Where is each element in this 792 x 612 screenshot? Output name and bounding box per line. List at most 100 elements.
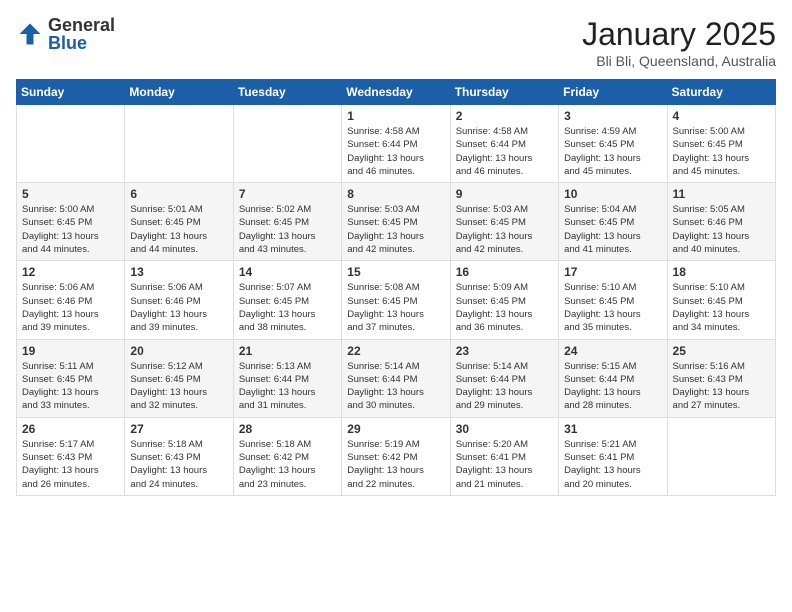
day-info-text: Sunrise: 5:10 AM Sunset: 6:45 PM Dayligh…	[564, 281, 661, 334]
day-number: 16	[456, 265, 553, 279]
day-number: 7	[239, 187, 336, 201]
day-info-text: Sunrise: 5:14 AM Sunset: 6:44 PM Dayligh…	[347, 360, 444, 413]
day-info-text: Sunrise: 5:10 AM Sunset: 6:45 PM Dayligh…	[673, 281, 770, 334]
logo-icon	[16, 20, 44, 48]
day-number: 10	[564, 187, 661, 201]
calendar-empty-cell	[17, 105, 125, 183]
day-info-text: Sunrise: 5:18 AM Sunset: 6:42 PM Dayligh…	[239, 438, 336, 491]
calendar-title: January 2025	[582, 16, 776, 53]
calendar-day-cell: 9Sunrise: 5:03 AM Sunset: 6:45 PM Daylig…	[450, 183, 558, 261]
weekday-header-wednesday: Wednesday	[342, 80, 450, 105]
day-number: 13	[130, 265, 227, 279]
day-number: 2	[456, 109, 553, 123]
calendar-week-row: 12 Sunrise: 5:06 AM Sunset: 6:46 PM Dayli…	[17, 261, 776, 339]
day-info-text: Sunrise: 5:03 AM Sunset: 6:45 PM Dayligh…	[347, 203, 444, 256]
day-number: 30	[456, 422, 553, 436]
day-info-text: Sunrise: 5:09 AM Sunset: 6:45 PM Dayligh…	[456, 281, 553, 334]
weekday-header-saturday: Saturday	[667, 80, 775, 105]
day-number: 14	[239, 265, 336, 279]
logo-blue-text: Blue	[48, 34, 115, 52]
calendar-day-cell: 4Sunrise: 5:00 AM Sunset: 6:45 PM Daylig…	[667, 105, 775, 183]
day-info-text: Sunrise: 5:21 AM Sunset: 6:41 PM Dayligh…	[564, 438, 661, 491]
day-number: 11	[673, 187, 770, 201]
calendar-day-cell: 21 Sunrise: 5:13 AM Sunset: 6:44 PM Dayli…	[233, 339, 341, 417]
day-number: 18	[673, 265, 770, 279]
calendar-day-cell: 11 Sunrise: 5:05 AM Sunset: 6:46 PM Dayli…	[667, 183, 775, 261]
day-number: 3	[564, 109, 661, 123]
day-info-text: Sunrise: 5:16 AM Sunset: 6:43 PM Dayligh…	[673, 360, 770, 413]
day-number: 1	[347, 109, 444, 123]
day-info-text: Sunrise: 5:20 AM Sunset: 6:41 PM Dayligh…	[456, 438, 553, 491]
day-number: 5	[22, 187, 119, 201]
calendar-week-row: 1 Sunrise: 4:58 AM Sunset: 6:44 PM Daylig…	[17, 105, 776, 183]
calendar-subtitle: Bli Bli, Queensland, Australia	[582, 53, 776, 69]
day-number: 9	[456, 187, 553, 201]
calendar-day-cell: 27 Sunrise: 5:18 AM Sunset: 6:43 PM Dayli…	[125, 417, 233, 495]
calendar-day-cell: 18 Sunrise: 5:10 AM Sunset: 6:45 PM Dayli…	[667, 261, 775, 339]
weekday-header-friday: Friday	[559, 80, 667, 105]
calendar-day-cell: 2 Sunrise: 4:58 AM Sunset: 6:44 PM Daylig…	[450, 105, 558, 183]
day-info-text: Sunrise: 5:12 AM Sunset: 6:45 PM Dayligh…	[130, 360, 227, 413]
day-number: 22	[347, 344, 444, 358]
calendar-day-cell: 29Sunrise: 5:19 AM Sunset: 6:42 PM Dayli…	[342, 417, 450, 495]
title-block: January 2025 Bli Bli, Queensland, Austra…	[582, 16, 776, 69]
day-number: 17	[564, 265, 661, 279]
day-number: 19	[22, 344, 119, 358]
day-info-text: Sunrise: 5:15 AM Sunset: 6:44 PM Dayligh…	[564, 360, 661, 413]
day-info-text: Sunrise: 5:05 AM Sunset: 6:46 PM Dayligh…	[673, 203, 770, 256]
day-number: 4	[673, 109, 770, 123]
calendar-empty-cell	[233, 105, 341, 183]
day-info-text: Sunrise: 4:58 AM Sunset: 6:44 PM Dayligh…	[347, 125, 444, 178]
calendar-day-cell: 22 Sunrise: 5:14 AM Sunset: 6:44 PM Dayli…	[342, 339, 450, 417]
calendar-week-row: 19 Sunrise: 5:11 AM Sunset: 6:45 PM Dayli…	[17, 339, 776, 417]
weekday-header-thursday: Thursday	[450, 80, 558, 105]
calendar-day-cell: 10 Sunrise: 5:04 AM Sunset: 6:45 PM Dayli…	[559, 183, 667, 261]
calendar-week-row: 26Sunrise: 5:17 AM Sunset: 6:43 PM Dayli…	[17, 417, 776, 495]
calendar-day-cell: 30 Sunrise: 5:20 AM Sunset: 6:41 PM Dayli…	[450, 417, 558, 495]
day-info-text: Sunrise: 5:18 AM Sunset: 6:43 PM Dayligh…	[130, 438, 227, 491]
calendar-empty-cell	[125, 105, 233, 183]
day-number: 20	[130, 344, 227, 358]
weekday-header-row: SundayMondayTuesdayWednesdayThursdayFrid…	[17, 80, 776, 105]
day-info-text: Sunrise: 5:01 AM Sunset: 6:45 PM Dayligh…	[130, 203, 227, 256]
day-info-text: Sunrise: 5:13 AM Sunset: 6:44 PM Dayligh…	[239, 360, 336, 413]
calendar-day-cell: 3Sunrise: 4:59 AM Sunset: 6:45 PM Daylig…	[559, 105, 667, 183]
day-number: 31	[564, 422, 661, 436]
day-info-text: Sunrise: 5:06 AM Sunset: 6:46 PM Dayligh…	[22, 281, 119, 334]
weekday-header-monday: Monday	[125, 80, 233, 105]
calendar-day-cell: 8 Sunrise: 5:03 AM Sunset: 6:45 PM Daylig…	[342, 183, 450, 261]
calendar-day-cell: 25 Sunrise: 5:16 AM Sunset: 6:43 PM Dayli…	[667, 339, 775, 417]
calendar-day-cell: 23Sunrise: 5:14 AM Sunset: 6:44 PM Dayli…	[450, 339, 558, 417]
day-number: 6	[130, 187, 227, 201]
day-info-text: Sunrise: 5:08 AM Sunset: 6:45 PM Dayligh…	[347, 281, 444, 334]
day-number: 27	[130, 422, 227, 436]
day-number: 25	[673, 344, 770, 358]
day-number: 21	[239, 344, 336, 358]
day-info-text: Sunrise: 5:07 AM Sunset: 6:45 PM Dayligh…	[239, 281, 336, 334]
day-info-text: Sunrise: 5:04 AM Sunset: 6:45 PM Dayligh…	[564, 203, 661, 256]
day-info-text: Sunrise: 5:02 AM Sunset: 6:45 PM Dayligh…	[239, 203, 336, 256]
calendar-day-cell: 16 Sunrise: 5:09 AM Sunset: 6:45 PM Dayli…	[450, 261, 558, 339]
calendar-day-cell: 31 Sunrise: 5:21 AM Sunset: 6:41 PM Dayli…	[559, 417, 667, 495]
calendar-day-cell: 19 Sunrise: 5:11 AM Sunset: 6:45 PM Dayli…	[17, 339, 125, 417]
page-header: General Blue January 2025 Bli Bli, Queen…	[16, 16, 776, 69]
day-number: 12	[22, 265, 119, 279]
calendar-day-cell: 26Sunrise: 5:17 AM Sunset: 6:43 PM Dayli…	[17, 417, 125, 495]
day-number: 8	[347, 187, 444, 201]
calendar-day-cell: 1 Sunrise: 4:58 AM Sunset: 6:44 PM Daylig…	[342, 105, 450, 183]
calendar-day-cell: 15 Sunrise: 5:08 AM Sunset: 6:45 PM Dayli…	[342, 261, 450, 339]
logo: General Blue	[16, 16, 115, 52]
day-info-text: Sunrise: 4:58 AM Sunset: 6:44 PM Dayligh…	[456, 125, 553, 178]
day-number: 15	[347, 265, 444, 279]
day-number: 24	[564, 344, 661, 358]
calendar-week-row: 5Sunrise: 5:00 AM Sunset: 6:45 PM Daylig…	[17, 183, 776, 261]
calendar-empty-cell	[667, 417, 775, 495]
calendar-day-cell: 7 Sunrise: 5:02 AM Sunset: 6:45 PM Daylig…	[233, 183, 341, 261]
day-info-text: Sunrise: 5:14 AM Sunset: 6:44 PM Dayligh…	[456, 360, 553, 413]
calendar-day-cell: 14 Sunrise: 5:07 AM Sunset: 6:45 PM Dayli…	[233, 261, 341, 339]
logo-general-text: General	[48, 16, 115, 34]
day-info-text: Sunrise: 5:11 AM Sunset: 6:45 PM Dayligh…	[22, 360, 119, 413]
calendar-day-cell: 12 Sunrise: 5:06 AM Sunset: 6:46 PM Dayli…	[17, 261, 125, 339]
calendar-day-cell: 13Sunrise: 5:06 AM Sunset: 6:46 PM Dayli…	[125, 261, 233, 339]
calendar-day-cell: 20 Sunrise: 5:12 AM Sunset: 6:45 PM Dayli…	[125, 339, 233, 417]
